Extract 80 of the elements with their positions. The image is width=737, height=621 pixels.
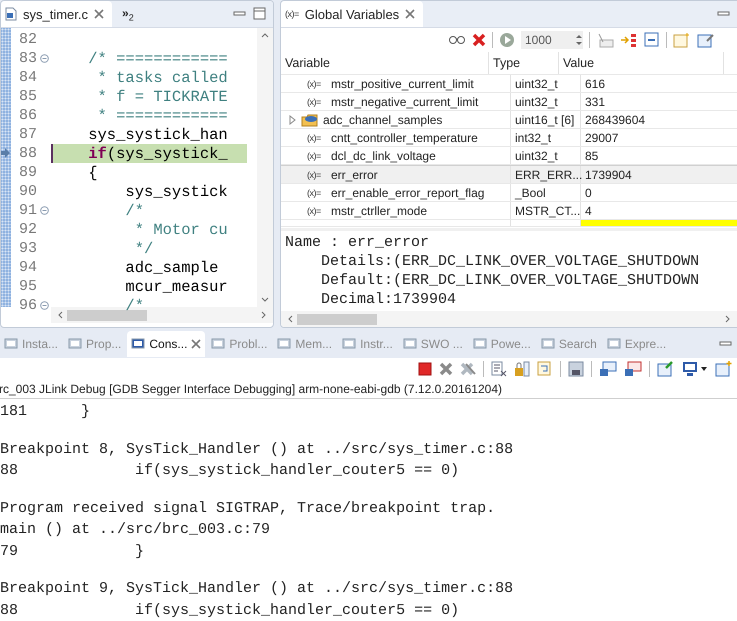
variable-name: mstr_ctrller_mode xyxy=(331,204,428,218)
code-line: /* ============ xyxy=(87,50,228,68)
value-cell: 1739904 xyxy=(581,166,737,183)
code-line: * Motor cu xyxy=(134,220,228,238)
variable-row[interactable]: (x)= err_error ERR_ERR... 1739904 xyxy=(281,165,737,184)
variable-name: err_enable_error_report_flag xyxy=(331,186,484,200)
code-line: /* xyxy=(124,202,144,220)
console-line: 79 } xyxy=(0,542,146,562)
type-cell: uint32_t xyxy=(511,75,581,92)
code-line: sys_systick_han xyxy=(87,126,228,144)
console-title: rc_003 JLink Debug [GDB Segger Interface Debugging] arm-none-eabi-gdb (7.12.0.20161204) xyxy=(0,380,737,399)
overflow-tabs-button[interactable]: »$_{2}$ xyxy=(118,6,138,22)
column-header[interactable]: Value xyxy=(559,52,724,74)
type-cell: _Bool xyxy=(511,184,581,201)
line-number: 96 xyxy=(18,297,37,314)
view-tab[interactable]: Cons... xyxy=(127,331,206,357)
line-number: 94 xyxy=(18,259,37,276)
variable-row[interactable]: (x)= mstr_positive_current_limit uint32_t 616 xyxy=(281,75,737,93)
line-number: 82 xyxy=(18,31,37,48)
detail-line: Decimal:1739904 xyxy=(320,290,458,309)
console-line: Breakpoint 8, SysTick_Handler () at ../src/sys_timer.c:88 xyxy=(0,440,514,460)
code-line: /* xyxy=(124,296,144,314)
detail-line: Name : err_error xyxy=(285,233,430,252)
code-line: sys_systick xyxy=(124,182,228,200)
line-number: 85 xyxy=(18,88,37,105)
value-cell: 29007 xyxy=(581,129,737,146)
code-line: * f = TICKRATE xyxy=(96,88,228,106)
console-line: 181 } xyxy=(0,402,92,422)
variable-row[interactable]: (x)= mstr_negative_current_limit uint32_t 331 xyxy=(281,93,737,111)
column-header[interactable]: Variable xyxy=(281,52,489,74)
line-number: 92 xyxy=(18,221,37,238)
value-cell: 0 xyxy=(581,184,737,201)
type-cell: uint16_t [6] xyxy=(511,111,581,128)
type-cell: uint32_t xyxy=(511,147,581,164)
line-number: 83 xyxy=(18,50,37,67)
console-line: 88 if(sys_systick_handler_couter5 == 0) xyxy=(0,600,460,620)
console-line: Breakpoint 9, SysTick_Handler () at ../src/sys_timer.c:88 xyxy=(0,579,514,599)
refresh-interval-field[interactable]: 1000 xyxy=(521,31,583,49)
value-cell: 268439604 xyxy=(581,111,737,128)
line-number: 95 xyxy=(18,278,37,295)
code-line: * ============ xyxy=(96,106,228,124)
value-cell: 331 xyxy=(581,93,737,110)
type-cell: ERR_ERR... xyxy=(511,166,581,183)
code-line: adc_sample xyxy=(124,258,218,276)
variable-name: mstr_positive_current_limit xyxy=(331,76,474,90)
variable-name: cntt_controller_temperature xyxy=(331,130,478,144)
line-number: 89 xyxy=(18,164,37,181)
type-cell: int32_t xyxy=(511,129,581,146)
code-line: { xyxy=(87,164,98,182)
variable-name: mstr_negative_current_limit xyxy=(331,94,478,108)
variable-name: adc_channel_samples xyxy=(323,112,442,126)
value-cell: 4 xyxy=(581,202,737,219)
line-number: 84 xyxy=(18,69,37,86)
editor-tab[interactable]: sys_timer.c xyxy=(1,1,112,27)
code-line: * tasks called xyxy=(96,68,228,86)
variable-row[interactable]: (x)= err_enable_error_report_flag _Bool 0 xyxy=(281,184,737,202)
variable-row[interactable]: adc_channel_samples uint16_t [6] 268439604 xyxy=(281,111,737,129)
line-number: 90 xyxy=(18,183,37,200)
variable-row[interactable]: (x)= cntt_controller_temperature int32_t 29007 xyxy=(281,129,737,147)
console-line: 88 if(sys_systick_handler_couter5 == 0) xyxy=(0,461,460,481)
variable-name: dcl_dc_link_voltage xyxy=(331,148,436,162)
value-cell: 616 xyxy=(581,75,737,92)
code-line: mcur_measur xyxy=(124,278,228,296)
console-line: Program received signal SIGTRAP, Trace/breakpoint trap. xyxy=(0,498,496,518)
type-cell: MSTR_CT... xyxy=(511,202,581,219)
code-line: if(sys_systick_ xyxy=(87,144,228,162)
type-cell: uint32_t xyxy=(511,93,581,110)
line-number: 87 xyxy=(18,126,37,143)
detail-line: Default:(ERR_DC_LINK_OVER_VOLTAGE_SHUTDOWN xyxy=(320,271,700,290)
column-header[interactable]: Type xyxy=(489,52,559,74)
console-line: main () at ../src/brc_003.c:79 xyxy=(0,520,272,540)
value-cell: 85 xyxy=(581,147,737,164)
line-number: 91 xyxy=(18,202,37,219)
line-number: 88 xyxy=(18,145,37,162)
global-variables-tab[interactable]: (x)= Global Variables xyxy=(281,1,424,27)
detail-line: Details:(ERR_DC_LINK_OVER_VOLTAGE_SHUTDOWN xyxy=(320,252,700,271)
line-number: 93 xyxy=(18,240,37,257)
code-line: */ xyxy=(134,240,154,258)
variable-name: err_error xyxy=(331,168,378,182)
line-number: 86 xyxy=(18,107,37,124)
